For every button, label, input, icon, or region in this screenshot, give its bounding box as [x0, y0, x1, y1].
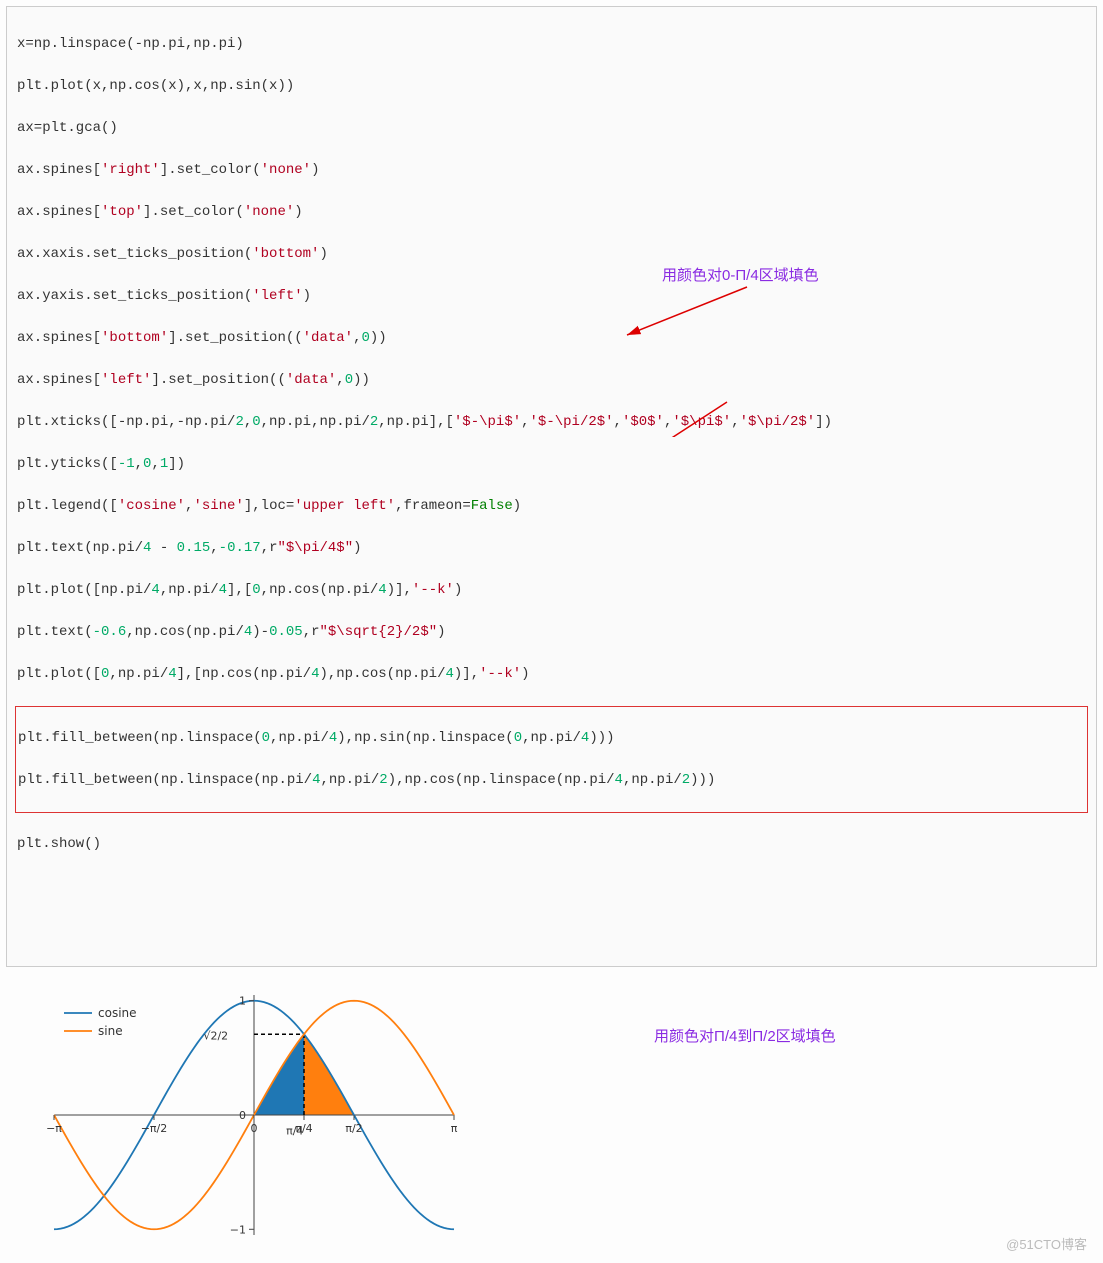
- code-block: x=np.linspace(-np.pi,np.pi) plt.plot(x,n…: [6, 6, 1097, 967]
- svg-text:cosine: cosine: [98, 1006, 137, 1020]
- svg-text:π/2: π/2: [345, 1122, 362, 1135]
- chart-area: −π−π/20π/4π/2π−101π/4√2/2cosinesine 用颜色对…: [6, 977, 1097, 1257]
- highlighted-box: plt.fill_between(np.linspace(0,np.pi/4),…: [15, 706, 1088, 813]
- code-line: x=np.linspace(-np.pi,np.pi): [17, 34, 1086, 55]
- code-line: ax.yaxis.set_ticks_position('left'): [17, 286, 1086, 307]
- annotation-1: 用颜色对0-Π/4区域填色: [662, 265, 819, 288]
- svg-text:−π: −π: [46, 1122, 62, 1135]
- code-line: plt.plot(x,np.cos(x),x,np.sin(x)): [17, 76, 1086, 97]
- svg-text:1: 1: [239, 995, 246, 1008]
- code-line: plt.text(np.pi/4 - 0.15,-0.17,r"$\pi/4$"…: [17, 538, 1086, 559]
- code-line: ax.spines['bottom'].set_position(('data'…: [17, 328, 1086, 349]
- code-line: ax.spines['right'].set_color('none'): [17, 160, 1086, 181]
- code-line: plt.show(): [17, 834, 1086, 855]
- code-line: plt.text(-0.6,np.cos(np.pi/4)-0.05,r"$\s…: [17, 622, 1086, 643]
- code-line: plt.fill_between(np.linspace(0,np.pi/4),…: [18, 728, 1085, 749]
- code-line: ax.xaxis.set_ticks_position('bottom'): [17, 244, 1086, 265]
- svg-text:sine: sine: [98, 1024, 123, 1038]
- svg-text:π/4: π/4: [286, 1124, 303, 1137]
- annotation-2: 用颜色对Π/4到Π/2区域填色: [654, 1025, 836, 1046]
- code-line: ax.spines['top'].set_color('none'): [17, 202, 1086, 223]
- code-line: plt.yticks([-1,0,1]): [17, 454, 1086, 475]
- svg-text:0: 0: [251, 1122, 258, 1135]
- code-line: ax.spines['left'].set_position(('data',0…: [17, 370, 1086, 391]
- code-line: ax=plt.gca(): [17, 118, 1086, 139]
- matplotlib-chart: −π−π/20π/4π/2π−101π/4√2/2cosinesine: [6, 977, 466, 1257]
- code-line: plt.plot([0,np.pi/4],[np.cos(np.pi/4),np…: [17, 664, 1086, 685]
- code-line: plt.plot([np.pi/4,np.pi/4],[0,np.cos(np.…: [17, 580, 1086, 601]
- svg-text:π: π: [451, 1122, 458, 1135]
- code-line: plt.legend(['cosine','sine'],loc='upper …: [17, 496, 1086, 517]
- svg-text:√2/2: √2/2: [203, 1030, 228, 1043]
- svg-text:−π/2: −π/2: [141, 1122, 168, 1135]
- watermark: @51CTO博客: [1006, 1234, 1087, 1253]
- code-line: plt.fill_between(np.linspace(np.pi/4,np.…: [18, 770, 1085, 791]
- svg-text:0: 0: [239, 1109, 246, 1122]
- svg-text:−1: −1: [230, 1223, 246, 1236]
- code-line: plt.xticks([-np.pi,-np.pi/2,0,np.pi,np.p…: [17, 412, 1086, 433]
